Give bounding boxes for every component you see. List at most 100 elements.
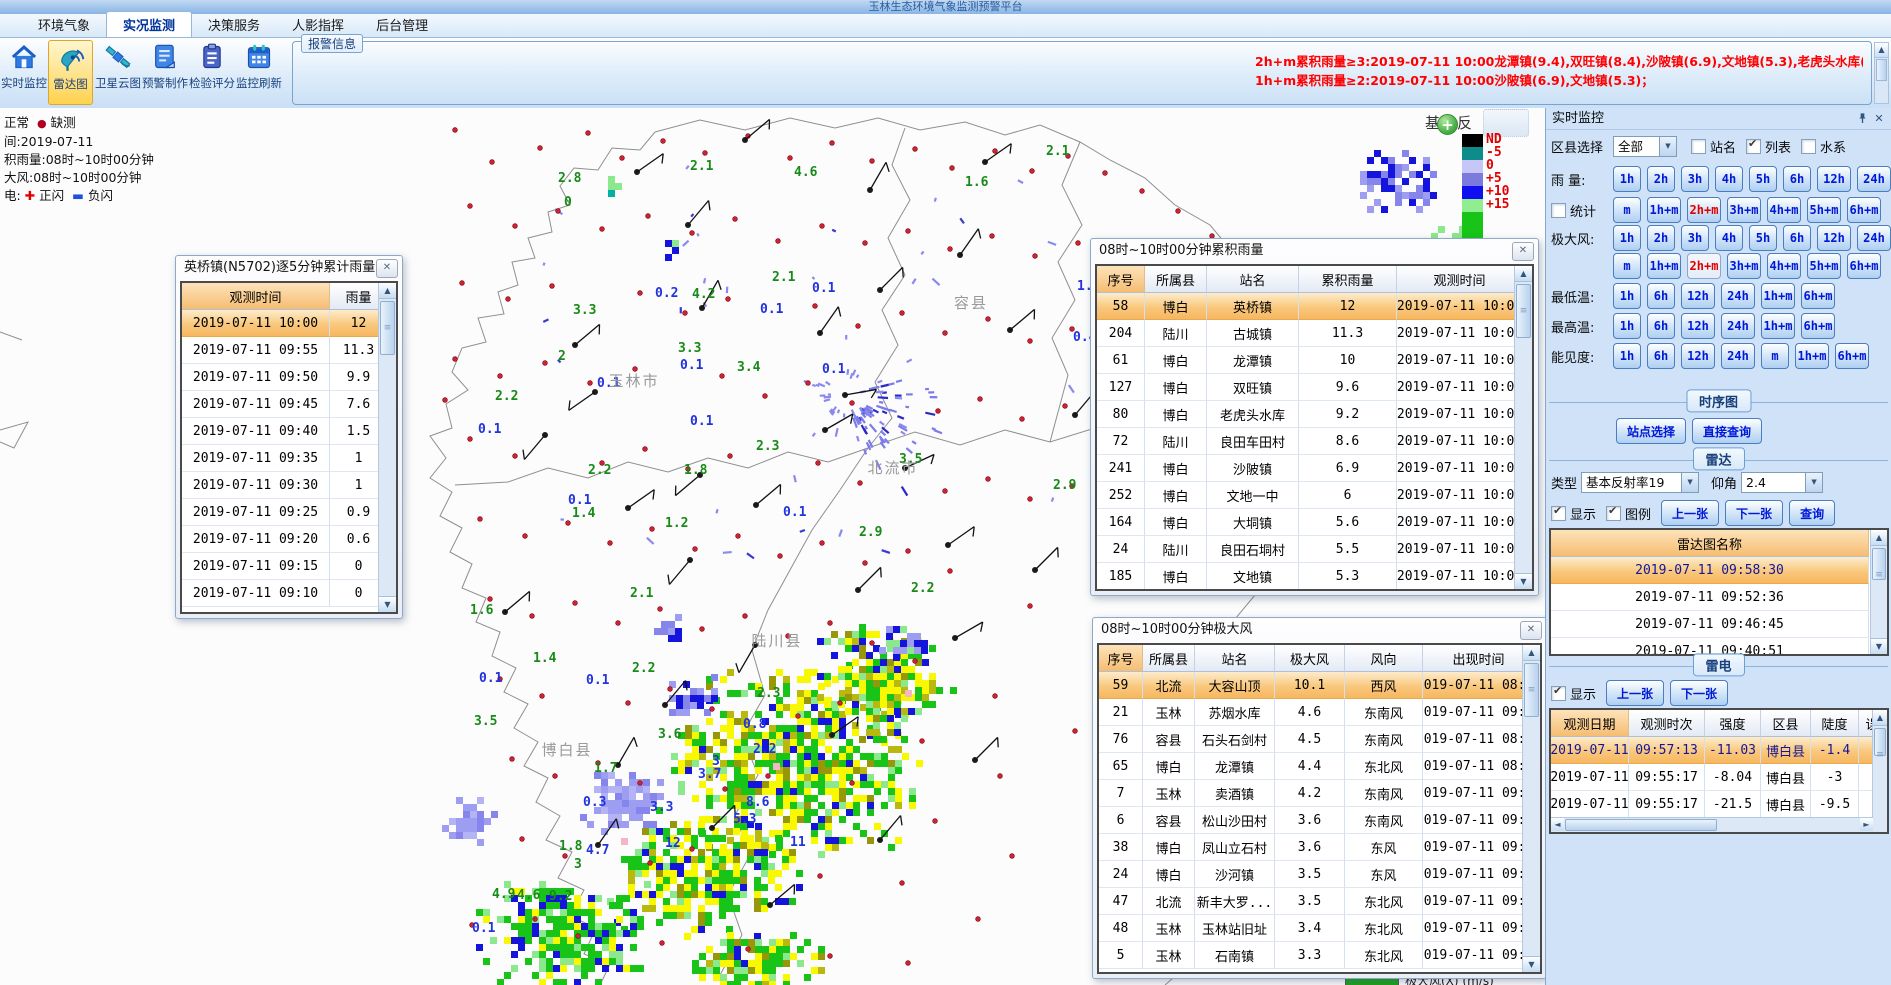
column-header[interactable]: 强度	[1705, 710, 1761, 737]
table-row[interactable]: 65博白龙潭镇4.4东北风2019-07-11 08:34	[1099, 753, 1523, 780]
radar-image-row[interactable]: 2019-07-11 09:46:45	[1551, 611, 1871, 638]
button-m[interactable]: m	[1761, 343, 1789, 369]
column-header[interactable]: 误差	[1859, 710, 1873, 737]
button-6h[interactable]: 6h	[1647, 283, 1675, 309]
close-icon[interactable]: ✕	[1512, 242, 1534, 261]
radar-list[interactable]: 雷达图名称2019-07-11 09:58:302019-07-11 09:52…	[1549, 528, 1889, 656]
table-row[interactable]: 61博白龙潭镇102019-07-11 10:00	[1097, 347, 1515, 374]
column-header[interactable]: 风向	[1345, 645, 1423, 672]
column-header[interactable]: 区县	[1761, 710, 1811, 737]
table-row[interactable]: 2019-07-11 09:457.6	[182, 391, 379, 418]
table-row[interactable]: 2019-07-11 09:301	[182, 472, 379, 499]
button-5h[interactable]: 5h	[1749, 225, 1777, 251]
checkbox-显示[interactable]: ✔显示	[1551, 504, 1606, 523]
table-row[interactable]: 5玉林石南镇3.3东北风2019-07-11 09:59	[1099, 942, 1523, 969]
button-直接查询[interactable]: 直接查询	[1692, 418, 1762, 444]
button-下一张[interactable]: 下一张	[1670, 680, 1728, 706]
checkbox-显示[interactable]: ✔显示	[1551, 684, 1606, 703]
button-2h+m[interactable]: 2h+m	[1687, 197, 1721, 223]
button-4h[interactable]: 4h	[1715, 166, 1743, 192]
table-row[interactable]: 47北流新丰大罗...3.5东北风2019-07-11 09:12	[1099, 888, 1523, 915]
button-1h+m[interactable]: 1h+m	[1795, 343, 1829, 369]
button-6h+m[interactable]: 6h+m	[1847, 197, 1881, 223]
close-icon[interactable]: ✕	[1520, 621, 1542, 640]
column-header[interactable]: 所属县	[1145, 266, 1207, 293]
radar-image-row[interactable]: 2019-07-11 09:40:51	[1551, 638, 1871, 654]
column-header[interactable]: 观测时间	[1397, 266, 1515, 293]
table-row[interactable]: 59北流大容山顶10.1西风2019-07-11 08:47	[1099, 672, 1523, 699]
pin-icon[interactable]	[1855, 112, 1869, 126]
radar-elev-dropdown[interactable]: 2.4▼	[1741, 472, 1823, 493]
button-24h[interactable]: 24h	[1721, 343, 1755, 369]
button-24h[interactable]: 24h	[1721, 283, 1755, 309]
column-header[interactable]: 极大风	[1275, 645, 1345, 672]
button-1h[interactable]: 1h	[1613, 225, 1641, 251]
table-row[interactable]: 76容县石头石剑村4.5东南风2019-07-11 08:08	[1099, 726, 1523, 753]
checkbox[interactable]	[1691, 139, 1706, 154]
button-1h+m[interactable]: 1h+m	[1647, 197, 1681, 223]
button-6h+m[interactable]: 6h+m	[1801, 313, 1835, 339]
tab-环境气象[interactable]: 环境气象	[22, 12, 106, 37]
column-header[interactable]: 累积雨量	[1299, 266, 1397, 293]
button-24h[interactable]: 24h	[1721, 313, 1755, 339]
toolbar-button-卫星云图[interactable]: 卫星云图	[95, 40, 140, 105]
tab-实况监测[interactable]: 实况监测	[106, 11, 192, 37]
button-3h+m[interactable]: 3h+m	[1727, 197, 1761, 223]
column-header[interactable]: 雷达图名称	[1551, 530, 1869, 557]
button-下一张[interactable]: 下一张	[1725, 500, 1783, 526]
column-header[interactable]: 序号	[1099, 645, 1143, 672]
button-12h[interactable]: 12h	[1681, 283, 1715, 309]
window-title-max-wind[interactable]: 08时~10时00分钟极大风 ✕	[1093, 618, 1546, 642]
radar-list-scrollbar[interactable]: ▲ ▼	[1870, 530, 1887, 654]
lightning-v-scrollbar[interactable]: ▲	[1872, 710, 1887, 832]
button-1h+m[interactable]: 1h+m	[1761, 313, 1795, 339]
table-row[interactable]: 2019-07-11 10:0012	[182, 310, 379, 337]
column-header[interactable]: 陡度	[1811, 710, 1859, 737]
table-row[interactable]: 7玉林卖酒镇4.2东南风2019-07-11 09:59	[1099, 780, 1523, 807]
rain5min-table[interactable]: 观测时间雨量2019-07-11 10:00122019-07-11 09:55…	[182, 283, 379, 612]
legend-expand-button[interactable]: +	[1437, 114, 1458, 135]
toolbar-button-检验评分[interactable]: 检验评分	[189, 40, 234, 105]
max-wind-scrollbar[interactable]: ▲ ▼	[1522, 645, 1540, 972]
table-row[interactable]: 24博白沙河镇3.5东风2019-07-11 09:46	[1099, 861, 1523, 888]
table-row[interactable]: 2019-07-11 09:5511.3	[182, 337, 379, 364]
table-row[interactable]: 21玉林苏烟水库4.6东南风2019-07-11 09:49	[1099, 699, 1523, 726]
table-row[interactable]: 2019-07-11 09:100	[182, 580, 379, 607]
button-m[interactable]: m	[1613, 253, 1641, 279]
button-24h[interactable]: 24h	[1857, 225, 1891, 251]
tab-决策服务[interactable]: 决策服务	[192, 12, 276, 37]
checkbox[interactable]: ✔	[1606, 506, 1621, 521]
checkbox-图例[interactable]: ✔图例	[1606, 504, 1661, 523]
table-row[interactable]: 6容县松山沙田村3.6东南风2019-07-11 09:59	[1099, 807, 1523, 834]
column-header[interactable]: 观测日期	[1551, 710, 1629, 737]
alarm-scrollbar[interactable]: ▲	[1874, 42, 1889, 104]
table-row[interactable]: 204陆川古城镇11.32019-07-11 10:00	[1097, 320, 1515, 347]
table-row[interactable]: 2019-07-1109:55:17-21.5博白县-9.511	[1551, 791, 1873, 818]
table-row[interactable]: 127博白双旺镇9.62019-07-11 10:00	[1097, 374, 1515, 401]
window-title-rain5min[interactable]: 英桥镇(N5702)逐5分钟累计雨量 ✕	[176, 256, 402, 280]
button-2h+m[interactable]: 2h+m	[1687, 253, 1721, 279]
checkbox[interactable]: ✔	[1551, 506, 1566, 521]
button-4h[interactable]: 4h	[1715, 225, 1743, 251]
button-m[interactable]: m	[1613, 197, 1641, 223]
button-2h[interactable]: 2h	[1647, 166, 1675, 192]
button-1h[interactable]: 1h	[1613, 313, 1641, 339]
button-上一张[interactable]: 上一张	[1661, 500, 1719, 526]
table-row[interactable]: 2019-07-11 09:250.9	[182, 499, 379, 526]
checkbox[interactable]	[1551, 203, 1566, 218]
column-header[interactable]: 站名	[1207, 266, 1299, 293]
window-title-rain-accum[interactable]: 08时~10时00分钟累积雨量 ✕	[1091, 239, 1538, 263]
button-24h[interactable]: 24h	[1857, 166, 1891, 192]
stat-checkbox[interactable]: 统计	[1551, 201, 1613, 220]
table-row[interactable]: 241博白沙陂镇6.92019-07-11 10:00	[1097, 455, 1515, 482]
button-2h[interactable]: 2h	[1647, 225, 1675, 251]
window-max-wind[interactable]: 08时~10时00分钟极大风 ✕ 序号所属县站名极大风风向出现时间59北流大容山…	[1092, 617, 1547, 979]
button-3h[interactable]: 3h	[1681, 166, 1709, 192]
button-站点选择[interactable]: 站点选择	[1616, 418, 1686, 444]
table-row[interactable]: 80博白老虎头水库9.22019-07-11 10:00	[1097, 401, 1515, 428]
radar-image-row[interactable]: 2019-07-11 09:58:30	[1551, 557, 1871, 584]
table-row[interactable]: 48玉林玉林站旧址3.4东北风2019-07-11 09:09	[1099, 915, 1523, 942]
window-rain-accum[interactable]: 08时~10时00分钟累积雨量 ✕ 序号所属县站名累积雨量观测时间58博白英桥镇…	[1090, 238, 1539, 596]
table-row[interactable]: 2019-07-1109:55:17-8.04博白县-3	[1551, 764, 1873, 791]
scroll-up-icon[interactable]: ▲	[1875, 43, 1888, 58]
